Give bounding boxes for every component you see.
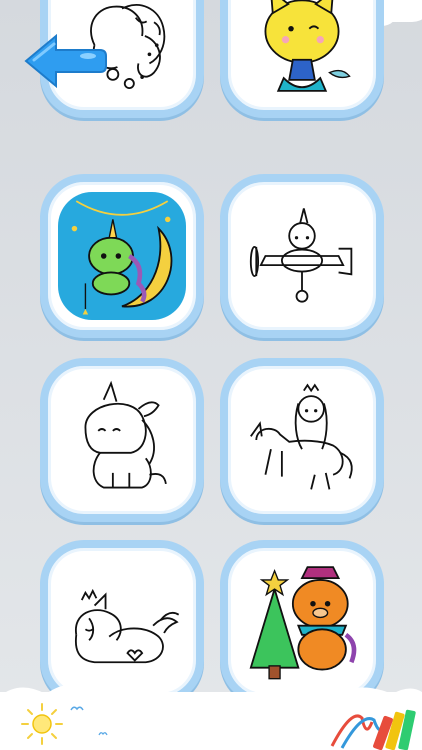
princess-unicorn-icon xyxy=(238,376,366,504)
bear-with-tree-icon xyxy=(238,558,366,686)
back-arrow-icon xyxy=(24,33,107,89)
back-button[interactable] xyxy=(22,32,108,90)
tile-unicorn-airplane[interactable] xyxy=(220,174,384,338)
crayons-icon xyxy=(330,709,416,750)
tile-sitting-unicorn[interactable] xyxy=(40,358,204,522)
tile-princess-unicorn[interactable] xyxy=(220,358,384,522)
coloring-picker-screen xyxy=(0,0,422,750)
unicorn-on-moon-icon xyxy=(58,192,186,320)
bird-icon xyxy=(98,732,108,736)
unicorn-airplane-icon xyxy=(238,192,366,320)
sleeping-unicorn-icon xyxy=(58,558,186,686)
cat-mermaid-icon xyxy=(238,0,366,100)
sitting-unicorn-icon xyxy=(58,376,186,504)
bird-icon xyxy=(70,706,84,711)
coloring-page-grid xyxy=(0,0,422,704)
tile-cat-mermaid[interactable] xyxy=(220,0,384,118)
bottom-bar xyxy=(0,684,422,750)
sun-icon xyxy=(21,703,63,745)
tile-unicorn-moon[interactable] xyxy=(40,174,204,338)
